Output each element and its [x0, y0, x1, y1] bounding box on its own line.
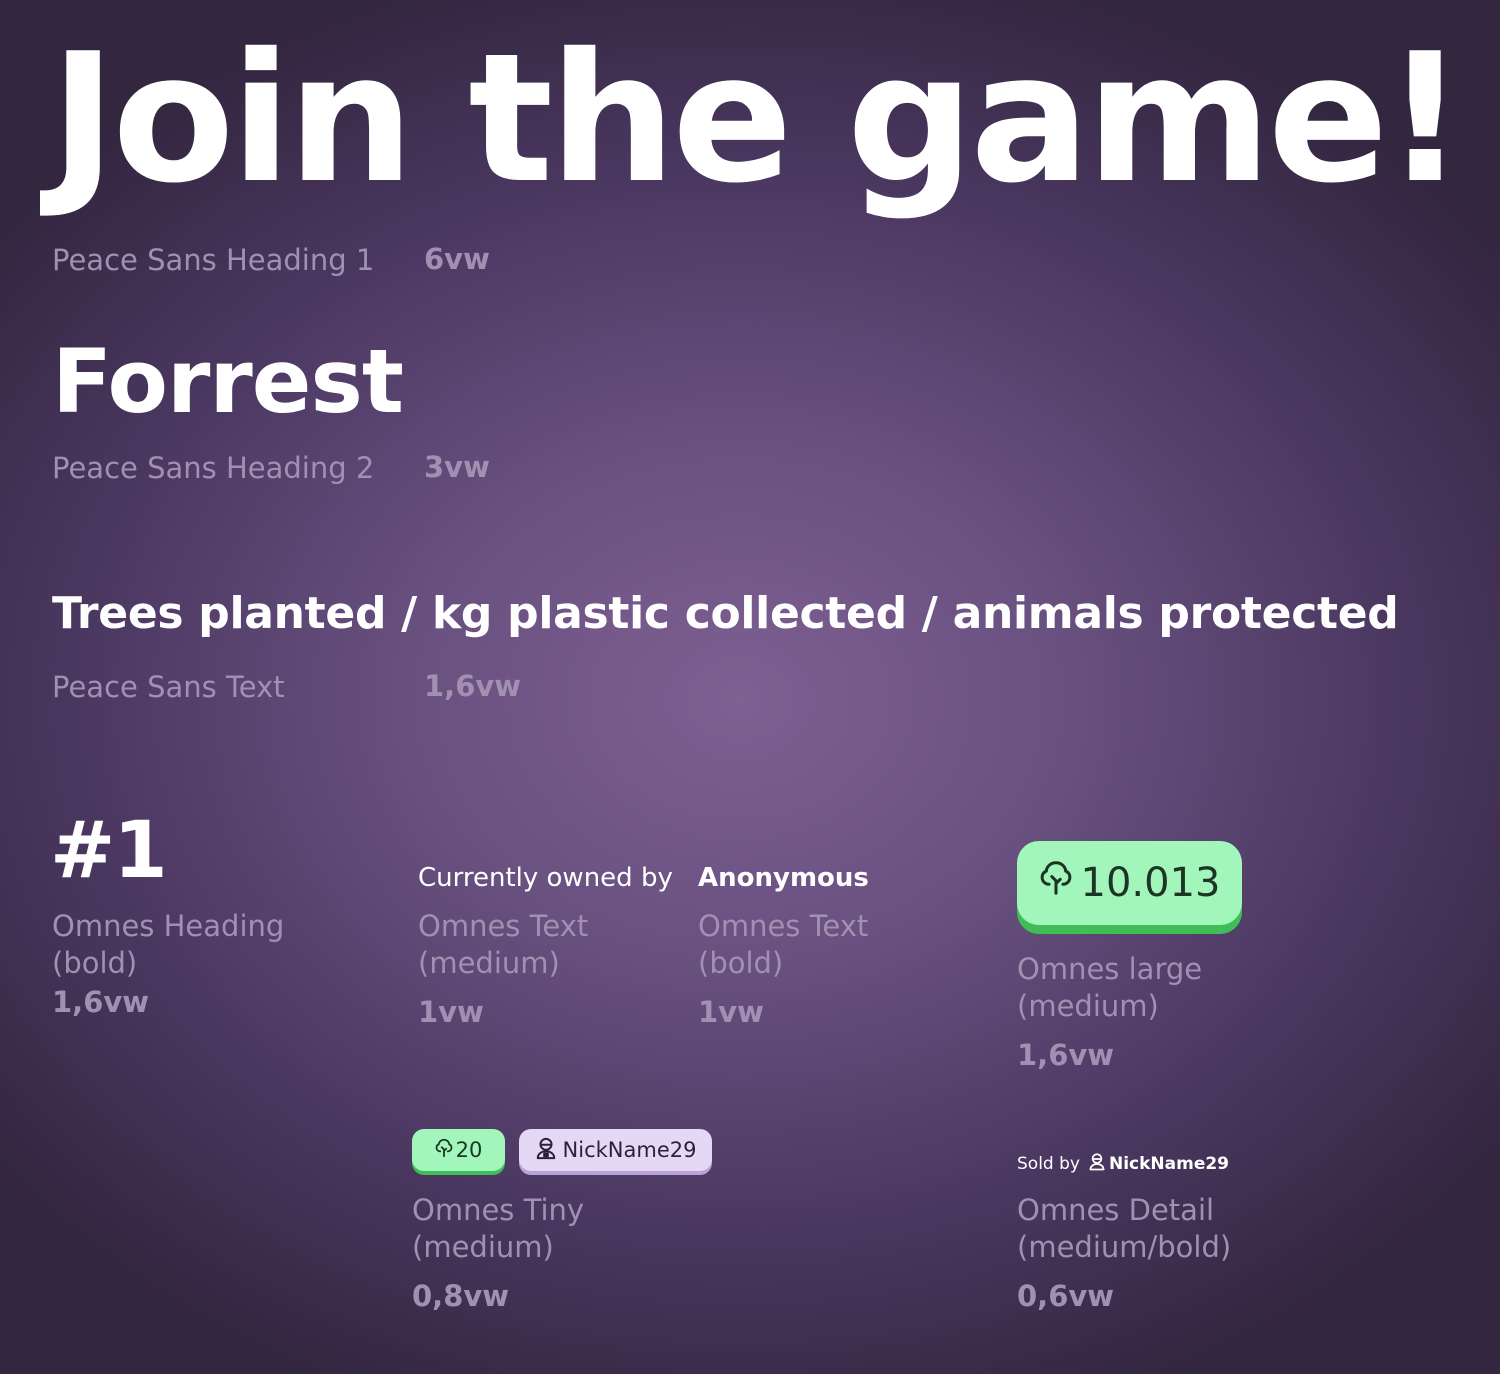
tree-icon [435, 1138, 453, 1163]
omnes-text-medium-weight-label: (medium) [418, 946, 560, 980]
peace-text-size-label: 1,6vw [424, 669, 522, 703]
peace-text-font-label: Peace Sans Text [52, 670, 285, 704]
user-tiny-name: NickName29 [562, 1138, 697, 1162]
heading2-sample: Forrest [52, 330, 404, 433]
user-icon [535, 1136, 557, 1165]
omnes-tiny-weight-label: (medium) [412, 1230, 554, 1264]
heading2-size-label: 3vw [424, 450, 490, 484]
omnes-detail-font-label: Omnes Detail [1017, 1193, 1215, 1227]
omnes-large-font-label: Omnes large [1017, 952, 1203, 986]
omnes-heading-sample: #1 [50, 806, 168, 896]
omnes-text-bold-weight-label: (bold) [698, 946, 784, 980]
omnes-heading-weight-label: (bold) [52, 946, 138, 980]
user-tiny-badge[interactable]: NickName29 [519, 1129, 712, 1171]
heading1-sample: Join the game! [50, 15, 1466, 222]
omnes-detail-size-label: 0,6vw [1017, 1279, 1115, 1313]
sold-by-user-name[interactable]: NickName29 [1109, 1154, 1229, 1174]
omnes-heading-size-label: 1,6vw [52, 985, 150, 1019]
heading1-size-label: 6vw [424, 242, 490, 276]
peace-text-sample: Trees planted / kg plastic collected / a… [52, 588, 1399, 639]
omnes-heading-font-label: Omnes Heading [52, 909, 285, 943]
tree-count-value: 10.013 [1080, 860, 1221, 906]
omnes-text-bold-sample: Anonymous [698, 863, 869, 893]
omnes-detail-weight-label: (medium/bold) [1017, 1230, 1232, 1264]
omnes-text-bold-size-label: 1vw [698, 995, 764, 1029]
tree-count-tiny-badge: 20 [412, 1129, 505, 1171]
tree-count-tiny-value: 20 [455, 1138, 483, 1162]
sold-by-label: Sold by [1017, 1154, 1080, 1174]
omnes-text-medium-size-label: 1vw [418, 995, 484, 1029]
heading1-font-label: Peace Sans Heading 1 [52, 243, 375, 277]
omnes-text-bold-font-label: Omnes Text [698, 909, 869, 943]
omnes-text-medium-font-label: Omnes Text [418, 909, 589, 943]
sold-by-detail: Sold by NickName29 [1017, 1152, 1229, 1176]
tree-icon [1039, 860, 1073, 906]
omnes-tiny-font-label: Omnes Tiny [412, 1193, 585, 1227]
omnes-text-medium-sample: Currently owned by [418, 863, 673, 893]
omnes-large-weight-label: (medium) [1017, 989, 1159, 1023]
user-icon [1088, 1152, 1109, 1176]
omnes-large-size-label: 1,6vw [1017, 1038, 1115, 1072]
heading2-font-label: Peace Sans Heading 2 [52, 451, 375, 485]
omnes-tiny-size-label: 0,8vw [412, 1279, 510, 1313]
tree-count-large-badge: 10.013 [1017, 841, 1242, 925]
